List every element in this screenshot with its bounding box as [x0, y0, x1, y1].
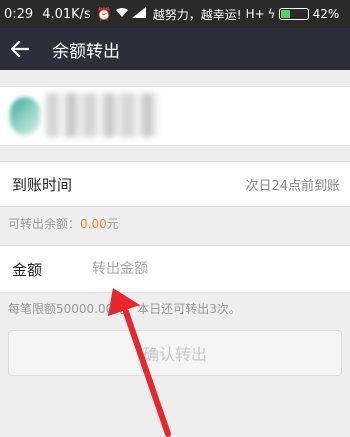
battery-percent: 42%	[312, 7, 340, 21]
amount-label: 金额	[12, 260, 43, 279]
charging-icon: ϟ	[267, 7, 276, 21]
available-balance: 可转出余额：0.00元	[8, 215, 119, 232]
redacted-account-info	[46, 93, 158, 137]
amount-row: 金额	[0, 245, 350, 293]
available-amount: 0.00	[80, 217, 107, 231]
network-speed: 4.01K/s	[42, 6, 91, 22]
battery-icon	[278, 8, 309, 20]
avatar	[10, 97, 40, 135]
available-unit: 元	[106, 217, 119, 231]
arrival-value: 次日24点前到账	[245, 178, 340, 194]
signal-icon	[131, 7, 146, 21]
arrival-label: 到账时间	[12, 175, 73, 194]
limit-note: 每笔限额50000.00元，本日还可转出3次。	[8, 302, 241, 316]
back-button[interactable]	[0, 28, 40, 70]
wifi-icon	[115, 7, 129, 21]
alarm-icon: ⏰	[96, 7, 112, 21]
amount-input[interactable]	[92, 261, 292, 277]
account-card	[0, 86, 350, 146]
network-type: H+	[245, 7, 265, 21]
arrival-time-row: 到账时间 次日24点前到账	[0, 161, 350, 207]
page-title: 余额转出	[52, 41, 120, 62]
status-time: 0:29	[4, 6, 34, 22]
available-prefix: 可转出余额：	[8, 217, 81, 231]
title-bar: 余额转出	[0, 28, 350, 70]
confirm-transfer-button[interactable]: 确认转出	[8, 330, 342, 376]
back-arrow-icon	[11, 41, 29, 57]
status-bar: 0:29 4.01K/s ⏰ 越努力，越幸运! H+ ϟ 42%	[0, 0, 350, 28]
carrier-text: 越努力，越幸运!	[152, 7, 242, 22]
